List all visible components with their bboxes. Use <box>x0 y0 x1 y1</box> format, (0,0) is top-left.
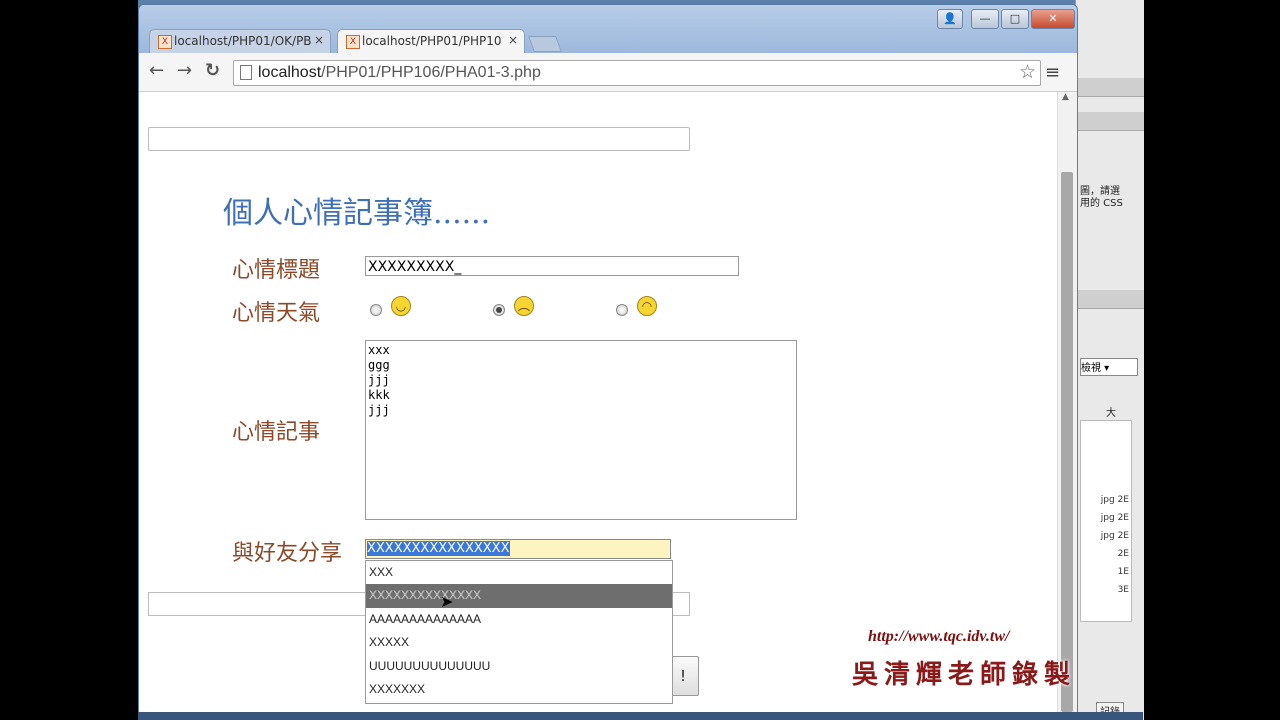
xampp-favicon-icon: X <box>158 35 172 49</box>
share-friend-input[interactable]: XXXXXXXXXXXXXXXX <box>365 539 671 559</box>
tab-close-icon[interactable]: × <box>314 33 324 47</box>
file-size: jpg 2E <box>1100 531 1129 541</box>
tab-title: localhost/PHP01/PHP10 <box>362 34 502 48</box>
mouse-cursor-icon: ➤ <box>440 592 454 611</box>
browser-window: 👤 — □ ✕ X localhost/PHP01/OK/PB × X loca… <box>138 4 1078 718</box>
panel-band <box>1076 290 1144 309</box>
scroll-up-icon[interactable]: ▲ <box>1062 92 1069 102</box>
minimize-button[interactable]: — <box>971 9 999 29</box>
notes-line: jjj <box>368 403 390 417</box>
tab-active[interactable]: X localhost/PHP01/PHP10 × <box>337 29 525 54</box>
weather-radio-2[interactable] <box>493 304 505 316</box>
file-size: 3E <box>1117 585 1129 595</box>
menu-icon[interactable]: ≡ <box>1045 62 1060 83</box>
top-frame-box <box>148 127 690 151</box>
notes-line: kkk <box>368 388 390 402</box>
page-scrollbar[interactable]: ▲ <box>1057 92 1077 717</box>
panel-hint-text: 圖，請選 用的 CSS <box>1080 186 1123 209</box>
notes-label: 心情記事 <box>232 420 321 445</box>
smile-emoji-icon: ◡ <box>391 296 411 316</box>
background-editor-panel: 圖，請選 用的 CSS 檢視 ▾ 大 jpg 2E jpg 2E jpg 2E … <box>1075 0 1144 720</box>
address-bar[interactable]: localhost/PHP01/PHP106/PHA01-3.php ☆ <box>233 60 1041 86</box>
close-window-button[interactable]: ✕ <box>1031 9 1075 29</box>
file-size: 2E <box>1117 549 1129 559</box>
bookmark-star-icon[interactable]: ☆ <box>1019 61 1036 83</box>
mood-notes-textarea[interactable]: xxx ggg jjj kkk jjj <box>365 340 797 520</box>
url-text: localhost/PHP01/PHP106/PHA01-3.php <box>258 64 541 82</box>
tab-close-icon[interactable]: × <box>508 33 518 47</box>
back-arrow-icon[interactable]: ← <box>149 62 164 80</box>
tab-inactive[interactable]: X localhost/PHP01/OK/PB × <box>149 29 331 54</box>
file-size: jpg 2E <box>1100 513 1129 523</box>
autocomplete-dropdown: XXX XXXXXXXXXXXXXX AAAAAAAAAAAAAA XXXXX … <box>365 560 673 704</box>
notes-line: ggg <box>368 358 390 372</box>
weather-radio-3[interactable] <box>616 304 628 316</box>
url-path: /PHP01/PHP106/PHA01-3.php <box>321 64 541 81</box>
panel-band <box>1076 78 1144 97</box>
forward-arrow-icon[interactable]: → <box>177 62 192 80</box>
file-list: jpg 2E jpg 2E jpg 2E 2E 1E 3E <box>1080 420 1132 622</box>
new-tab-button[interactable] <box>528 36 562 52</box>
autocomplete-item[interactable]: AAAAAAAAAAAAAA <box>366 608 672 631</box>
weather-label: 心情天氣 <box>232 301 321 326</box>
reload-icon[interactable]: ↻ <box>205 62 220 80</box>
user-icon[interactable]: 👤 <box>937 9 963 29</box>
watermark-url: http://www.tqc.idv.tw/ <box>868 628 1010 645</box>
title-bar: 👤 — □ ✕ X localhost/PHP01/OK/PB × X loca… <box>139 5 1077 54</box>
crying-emoji-icon: ◠ <box>637 296 657 316</box>
panel-band <box>1076 112 1144 131</box>
mood-title-input[interactable]: XXXXXXXXX_ <box>365 256 739 276</box>
taskbar <box>138 712 1143 720</box>
page-icon <box>240 65 252 80</box>
view-dropdown[interactable]: 檢視 ▾ <box>1080 358 1138 376</box>
autocomplete-item[interactable]: UUUUUUUUUUUUUU <box>366 655 672 678</box>
page-viewport: 個人心情記事簿...... 心情標題 XXXXXXXXX_ 心情天氣 ◡ ︵ ◠… <box>139 92 1057 717</box>
scrollbar-thumb[interactable] <box>1061 172 1073 712</box>
autocomplete-item[interactable]: XXXXXXX <box>366 678 672 701</box>
view-dropdown-label: 檢視 <box>1081 363 1101 374</box>
maximize-button[interactable]: □ <box>1001 9 1029 29</box>
autocomplete-item[interactable]: XXXXX <box>366 631 672 654</box>
autocomplete-item[interactable]: XXXXXXXXXXXXXX <box>366 584 672 608</box>
autocomplete-item[interactable]: XXX <box>366 561 672 584</box>
xampp-favicon-icon: X <box>346 35 360 49</box>
share-label: 與好友分享 <box>232 541 343 566</box>
title-label: 心情標題 <box>232 258 321 283</box>
sad-emoji-icon: ︵ <box>514 296 534 316</box>
weather-radio-1[interactable] <box>370 304 382 316</box>
share-selected-text: XXXXXXXXXXXXXXXX <box>367 541 510 556</box>
file-size: jpg 2E <box>1100 495 1129 505</box>
url-host: localhost <box>258 64 322 81</box>
browser-toolbar: ← → ↻ localhost/PHP01/PHP106/PHA01-3.php… <box>139 53 1077 92</box>
tab-title: localhost/PHP01/OK/PB <box>174 34 312 48</box>
page-title: 個人心情記事簿...... <box>223 196 491 231</box>
notes-line: xxx <box>368 343 390 357</box>
file-size: 1E <box>1117 567 1129 577</box>
window-controls: 👤 — □ ✕ <box>935 9 1075 29</box>
notes-line: jjj <box>368 373 390 387</box>
column-header: 大 <box>1106 408 1116 419</box>
recorder-credit: 吳清輝老師錄製 <box>852 660 1077 690</box>
